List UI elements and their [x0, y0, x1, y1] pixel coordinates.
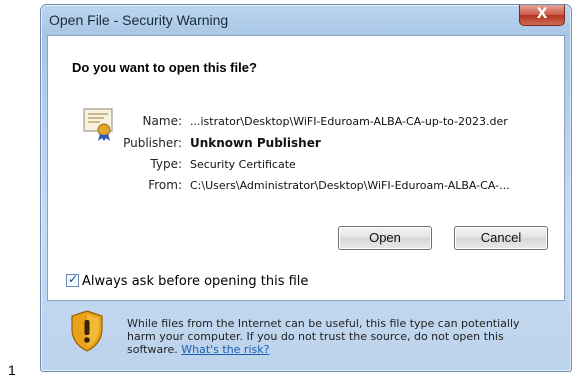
from-value: C:\Users\Administrator\Desktop\WiFI-Edur… — [190, 179, 510, 192]
security-warning-message: While files from the Internet can be use… — [127, 317, 547, 356]
close-button[interactable]: X — [519, 5, 565, 26]
name-value: ...istrator\Desktop\WiFI-Eduroam-ALBA-CA… — [190, 115, 508, 128]
always-ask-option[interactable]: ✓ Always ask before opening this file — [66, 272, 309, 289]
always-ask-label: Always ask before opening this file — [82, 274, 309, 289]
open-button[interactable]: Open — [338, 226, 432, 250]
shield-warning-icon — [71, 310, 103, 352]
page-number: 1 — [8, 362, 16, 378]
dialog-body: Do you want to open this file? Name: ...… — [47, 35, 565, 301]
checkmark-icon: ✓ — [68, 272, 79, 286]
dialog-title: Open File - Security Warning — [49, 12, 229, 28]
security-warning-dialog: Open File - Security Warning X Do you wa… — [40, 4, 572, 372]
publisher-value: Unknown Publisher — [190, 136, 321, 150]
question-heading: Do you want to open this file? — [72, 60, 257, 75]
type-value: Security Certificate — [190, 158, 296, 171]
name-label: Name: — [142, 114, 182, 128]
cancel-button[interactable]: Cancel — [454, 226, 548, 250]
publisher-label: Publisher: — [123, 136, 182, 150]
from-label: From: — [148, 178, 182, 192]
always-ask-checkbox[interactable]: ✓ — [66, 272, 79, 287]
whats-the-risk-link[interactable]: What's the risk? — [181, 343, 269, 356]
title-bar: Open File - Security Warning X — [41, 5, 571, 35]
type-label: Type: — [150, 157, 182, 171]
